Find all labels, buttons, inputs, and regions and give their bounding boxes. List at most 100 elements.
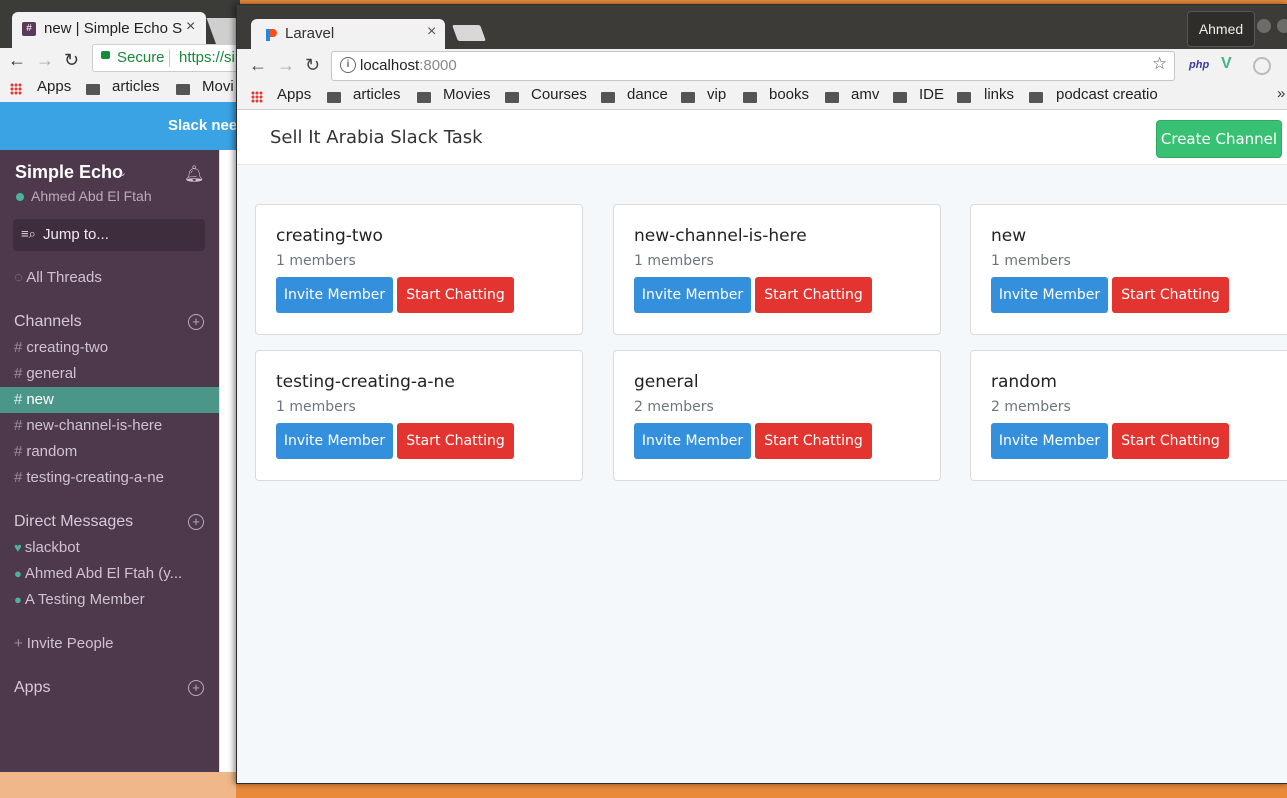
extension-icon[interactable] bbox=[1253, 57, 1271, 75]
star-icon[interactable]: ☆ bbox=[1152, 54, 1167, 74]
bookmark-movies[interactable]: Movies bbox=[443, 86, 491, 103]
add-dm-icon[interactable]: + bbox=[188, 514, 204, 530]
bookmark-amv[interactable]: amv bbox=[851, 86, 879, 103]
sidebar-dm[interactable]: ● A Testing Member bbox=[14, 591, 145, 608]
start-chatting-button[interactable]: Start Chatting bbox=[397, 423, 514, 459]
bookmark-articles[interactable]: articles bbox=[112, 78, 160, 95]
front-browser-tab[interactable]: Laravel × bbox=[251, 19, 445, 51]
sidebar-channel[interactable]: # general bbox=[14, 365, 76, 382]
close-icon[interactable]: × bbox=[186, 18, 195, 36]
front-new-tab[interactable] bbox=[452, 25, 486, 41]
channel-members: 2 members bbox=[634, 399, 714, 415]
banner-text: Slack nee bbox=[168, 117, 238, 134]
folder-icon bbox=[743, 92, 757, 103]
maximize-icon[interactable] bbox=[1277, 19, 1287, 33]
chevron-down-icon[interactable]: ⌄ bbox=[118, 166, 127, 179]
channel-members: 1 members bbox=[276, 399, 356, 415]
channels-header[interactable]: Channels bbox=[14, 313, 82, 331]
bookmark-courses[interactable]: Courses bbox=[531, 86, 587, 103]
invite-member-button[interactable]: Invite Member bbox=[276, 277, 393, 313]
vue-devtools-icon[interactable]: V bbox=[1221, 55, 1232, 73]
channel-card: general 2 members Invite Member Start Ch… bbox=[613, 350, 941, 481]
dm-header[interactable]: Direct Messages bbox=[14, 513, 133, 531]
channel-members: 2 members bbox=[991, 399, 1071, 415]
php-extension-icon[interactable]: php bbox=[1189, 59, 1209, 71]
invite-member-button[interactable]: Invite Member bbox=[991, 277, 1108, 313]
profile-user-chip[interactable]: Ahmed bbox=[1187, 11, 1255, 47]
sidebar-dm[interactable]: ♥ slackbot bbox=[14, 539, 80, 556]
start-chatting-button[interactable]: Start Chatting bbox=[1112, 423, 1229, 459]
back-browser-tab[interactable]: # new | Simple Echo S × bbox=[12, 12, 206, 48]
back-address-bar[interactable]: Secure https://si bbox=[92, 44, 240, 72]
invite-member-button[interactable]: Invite Member bbox=[276, 423, 393, 459]
bookmark-links[interactable]: links bbox=[984, 86, 1014, 103]
channel-label: testing-creating-a-ne bbox=[26, 469, 164, 486]
bookmark-apps[interactable]: Apps bbox=[277, 86, 311, 103]
bookmark-movies[interactable]: Movi bbox=[202, 78, 234, 95]
channel-name: creating-two bbox=[276, 226, 383, 246]
bookmark-podcast[interactable]: podcast creatio bbox=[1056, 86, 1164, 103]
start-chatting-button[interactable]: Start Chatting bbox=[755, 277, 872, 313]
dm-label: slackbot bbox=[24, 539, 80, 556]
hash-icon: # bbox=[14, 339, 23, 356]
channel-card: random 2 members Invite Member Start Cha… bbox=[970, 350, 1287, 481]
sidebar-channel-active[interactable]: # new bbox=[14, 391, 54, 408]
more-bookmarks-icon[interactable]: » bbox=[1277, 85, 1285, 102]
apps-header[interactable]: Apps bbox=[14, 679, 50, 697]
sidebar-channel[interactable]: # new-channel-is-here bbox=[14, 417, 162, 434]
add-channel-icon[interactable]: + bbox=[188, 314, 204, 330]
back-arrow-icon[interactable]: ← bbox=[8, 50, 26, 71]
sidebar-channel[interactable]: # creating-two bbox=[14, 339, 108, 356]
start-chatting-button[interactable]: Start Chatting bbox=[755, 423, 872, 459]
channel-card: creating-two 1 members Invite Member Sta… bbox=[255, 204, 583, 335]
forward-arrow-icon[interactable]: → bbox=[277, 55, 295, 76]
bookmark-apps[interactable]: Apps bbox=[37, 78, 71, 95]
close-icon[interactable]: × bbox=[427, 23, 436, 41]
sidebar-channel[interactable]: # testing-creating-a-ne bbox=[14, 469, 164, 486]
search-icon: ≡⌕ bbox=[21, 226, 36, 241]
url-port: :8000 bbox=[419, 57, 457, 74]
create-channel-button[interactable]: Create Channel bbox=[1156, 120, 1282, 158]
workspace-name[interactable]: Simple Echo bbox=[15, 162, 123, 183]
hash-icon: # bbox=[14, 365, 23, 382]
apps-grid-icon bbox=[10, 83, 22, 95]
sidebar-channel[interactable]: # random bbox=[14, 443, 77, 460]
start-chatting-button[interactable]: Start Chatting bbox=[397, 277, 514, 313]
back-arrow-icon[interactable]: ← bbox=[249, 55, 267, 76]
reload-icon[interactable]: ↻ bbox=[305, 55, 320, 76]
invite-people[interactable]: + Invite People bbox=[14, 635, 114, 652]
page-content: Sell It Arabia Slack Task Create Channel… bbox=[237, 110, 1287, 783]
sidebar-dm[interactable]: ● Ahmed Abd El Ftah (y... bbox=[14, 565, 182, 582]
url-text: localhost:8000 bbox=[360, 57, 457, 74]
bookmark-books[interactable]: books bbox=[769, 86, 809, 103]
folder-icon bbox=[681, 92, 695, 103]
bell-icon[interactable]: 🔔︎ bbox=[184, 164, 204, 183]
channel-name: new bbox=[991, 226, 1027, 246]
invite-people-label: Invite People bbox=[26, 635, 114, 652]
bookmark-articles[interactable]: articles bbox=[353, 86, 401, 103]
invite-member-button[interactable]: Invite Member bbox=[634, 277, 751, 313]
bookmark-dance[interactable]: dance bbox=[627, 86, 668, 103]
url-host: localhost bbox=[360, 57, 420, 74]
add-app-icon[interactable]: + bbox=[188, 680, 204, 696]
forward-arrow-icon[interactable]: → bbox=[36, 50, 54, 71]
channel-card: new-channel-is-here 1 members Invite Mem… bbox=[613, 204, 941, 335]
front-bookmarks-bar: Apps articles Movies Courses dance vip b… bbox=[237, 83, 1287, 110]
presence-icon bbox=[16, 193, 24, 201]
front-browser-window: Laravel × Ahmed ← → ↻ i localhost:8000 ☆… bbox=[236, 4, 1287, 784]
reload-icon[interactable]: ↻ bbox=[64, 50, 79, 71]
folder-icon bbox=[86, 84, 100, 95]
hash-icon: # bbox=[14, 469, 23, 486]
channel-name: general bbox=[634, 372, 699, 392]
front-address-bar[interactable]: i localhost:8000 ☆ bbox=[331, 51, 1175, 81]
minimize-icon[interactable] bbox=[1257, 19, 1271, 33]
bookmark-ide[interactable]: IDE bbox=[919, 86, 944, 103]
start-chatting-button[interactable]: Start Chatting bbox=[1112, 277, 1229, 313]
bookmark-vip[interactable]: vip bbox=[707, 86, 726, 103]
invite-member-button[interactable]: Invite Member bbox=[991, 423, 1108, 459]
invite-member-button[interactable]: Invite Member bbox=[634, 423, 751, 459]
brand-title[interactable]: Sell It Arabia Slack Task bbox=[270, 127, 483, 148]
all-threads[interactable]: ◌ All Threads bbox=[14, 269, 102, 286]
info-icon[interactable]: i bbox=[340, 57, 356, 73]
jump-to-input[interactable]: ≡⌕ Jump to... bbox=[13, 219, 205, 251]
